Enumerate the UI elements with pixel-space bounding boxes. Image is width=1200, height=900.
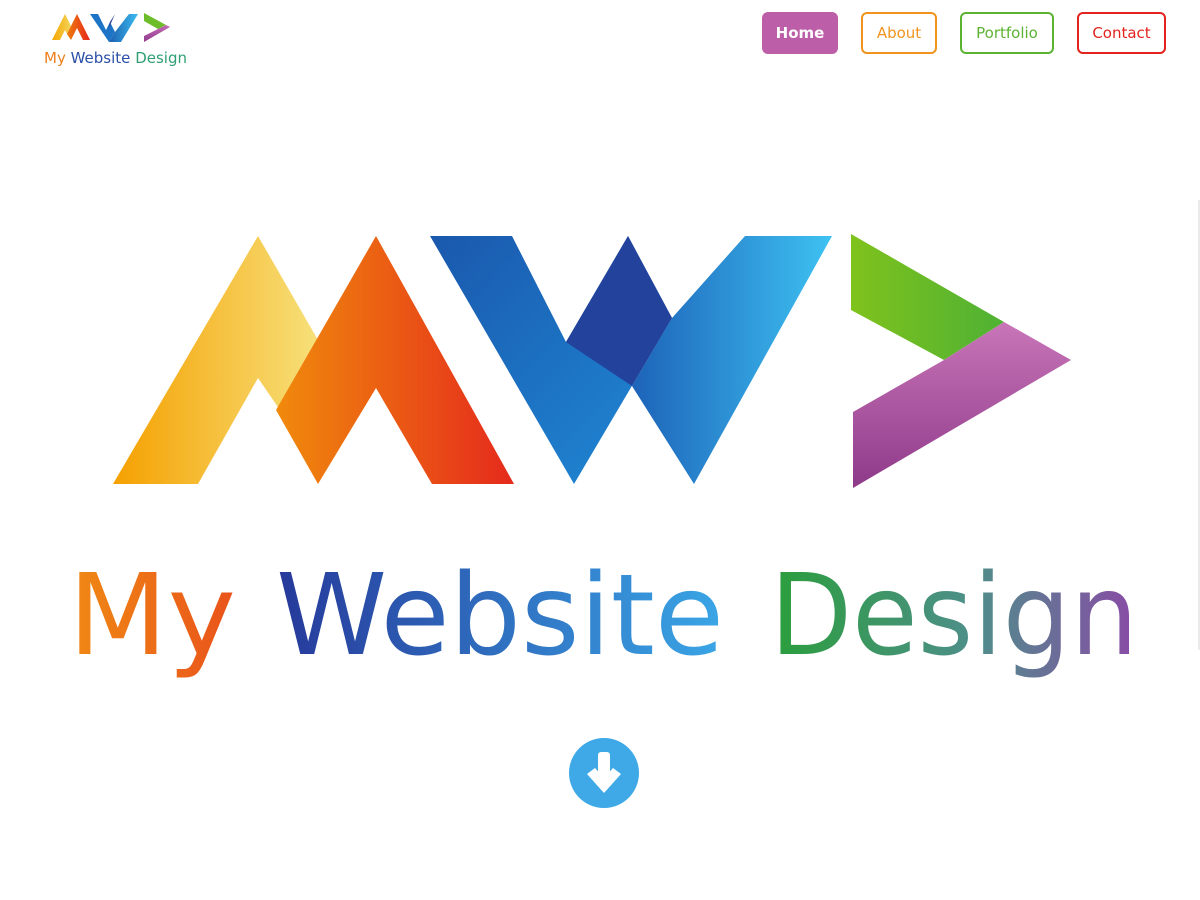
hero-wordmark-my: My [68,551,236,681]
scroll-down-button[interactable] [569,738,639,808]
hero-wordmark-design: Design [770,551,1138,681]
page: My Website Design Home About Portfolio C… [0,0,1200,900]
mwd-hero-logo-icon [113,234,1071,488]
hero-wordmark-website: Website [276,551,724,681]
arrow-down-circle-icon [587,752,621,793]
hero-wordmark: My Website Design [64,548,1154,698]
